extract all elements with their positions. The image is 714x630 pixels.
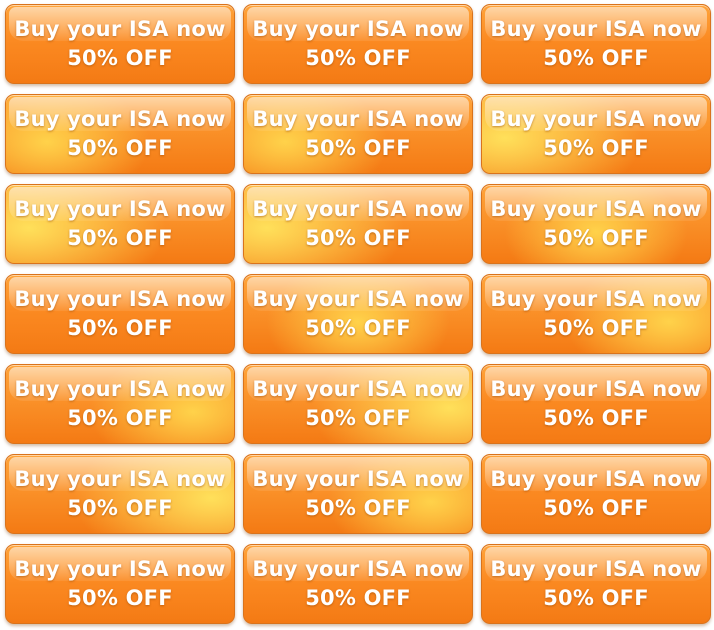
discount-label: 50% OFF [543,406,649,430]
discount-label: 50% OFF [67,136,173,160]
buy-isa-button[interactable]: Buy your ISA now 50% OFF [481,454,711,534]
button-label: Buy your ISA now [252,467,464,491]
buy-isa-button[interactable]: Buy your ISA now 50% OFF [243,184,473,264]
buy-isa-button[interactable]: Buy your ISA now 50% OFF [5,94,235,174]
discount-label: 50% OFF [67,226,173,250]
button-label: Buy your ISA now [252,377,464,401]
button-label: Buy your ISA now [490,377,702,401]
discount-label: 50% OFF [305,226,411,250]
discount-label: 50% OFF [67,496,173,520]
discount-label: 50% OFF [543,46,649,70]
discount-label: 50% OFF [543,586,649,610]
buy-isa-button[interactable]: Buy your ISA now 50% OFF [5,274,235,354]
buy-isa-button[interactable]: Buy your ISA now 50% OFF [5,184,235,264]
discount-label: 50% OFF [543,316,649,340]
button-label: Buy your ISA now [14,197,226,221]
button-label: Buy your ISA now [252,197,464,221]
buy-isa-button[interactable]: Buy your ISA now 50% OFF [481,274,711,354]
button-label: Buy your ISA now [14,17,226,41]
buy-isa-button[interactable]: Buy your ISA now 50% OFF [5,4,235,84]
button-label: Buy your ISA now [490,287,702,311]
button-label: Buy your ISA now [252,107,464,131]
buy-isa-button[interactable]: Buy your ISA now 50% OFF [481,364,711,444]
discount-label: 50% OFF [305,496,411,520]
button-label: Buy your ISA now [14,377,226,401]
button-label: Buy your ISA now [252,557,464,581]
buy-isa-button[interactable]: Buy your ISA now 50% OFF [481,4,711,84]
discount-label: 50% OFF [67,586,173,610]
buy-isa-button[interactable]: Buy your ISA now 50% OFF [5,454,235,534]
button-label: Buy your ISA now [14,557,226,581]
button-label: Buy your ISA now [490,197,702,221]
discount-label: 50% OFF [305,46,411,70]
discount-label: 50% OFF [305,316,411,340]
discount-label: 50% OFF [543,226,649,250]
discount-label: 50% OFF [305,136,411,160]
discount-label: 50% OFF [67,46,173,70]
buy-isa-button[interactable]: Buy your ISA now 50% OFF [481,184,711,264]
button-label: Buy your ISA now [490,17,702,41]
buy-isa-button[interactable]: Buy your ISA now 50% OFF [481,94,711,174]
discount-label: 50% OFF [543,136,649,160]
buy-isa-button[interactable]: Buy your ISA now 50% OFF [243,274,473,354]
button-label: Buy your ISA now [14,287,226,311]
buy-isa-button[interactable]: Buy your ISA now 50% OFF [243,94,473,174]
buy-isa-button[interactable]: Buy your ISA now 50% OFF [5,364,235,444]
button-label: Buy your ISA now [252,287,464,311]
button-label: Buy your ISA now [14,107,226,131]
discount-label: 50% OFF [305,586,411,610]
buy-isa-button[interactable]: Buy your ISA now 50% OFF [243,544,473,624]
discount-label: 50% OFF [543,496,649,520]
button-grid: Buy your ISA now 50% OFF Buy your ISA no… [5,4,711,624]
discount-label: 50% OFF [67,316,173,340]
button-label: Buy your ISA now [490,467,702,491]
button-label: Buy your ISA now [252,17,464,41]
discount-label: 50% OFF [305,406,411,430]
buy-isa-button[interactable]: Buy your ISA now 50% OFF [5,544,235,624]
button-label: Buy your ISA now [490,557,702,581]
button-label: Buy your ISA now [14,467,226,491]
button-label: Buy your ISA now [490,107,702,131]
buy-isa-button[interactable]: Buy your ISA now 50% OFF [243,454,473,534]
discount-label: 50% OFF [67,406,173,430]
buy-isa-button[interactable]: Buy your ISA now 50% OFF [481,544,711,624]
buy-isa-button[interactable]: Buy your ISA now 50% OFF [243,364,473,444]
buy-isa-button[interactable]: Buy your ISA now 50% OFF [243,4,473,84]
